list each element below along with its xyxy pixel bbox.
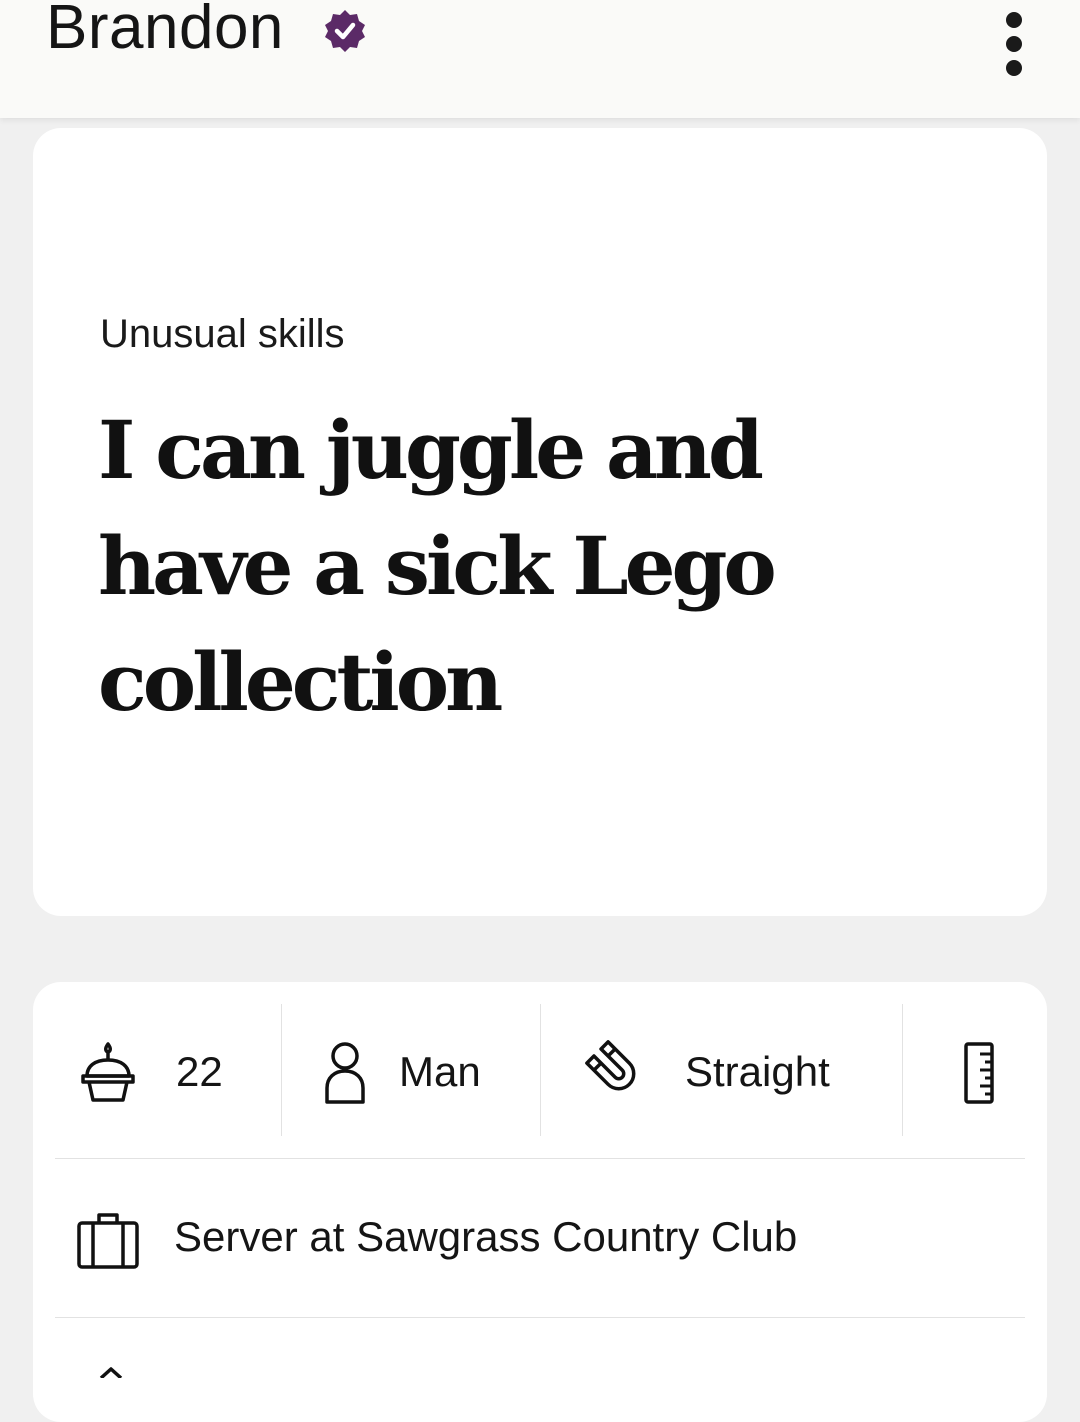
job-text: Server at Sawgrass Country Club [174, 1213, 798, 1260]
more-vertical-icon-dot [1006, 60, 1022, 76]
prompt-label: Unusual skills [100, 312, 345, 356]
vital-gender: Man [282, 1004, 540, 1136]
person-icon [325, 1042, 365, 1104]
profile-info-card: 22 Man Straight Server at Sawgrass Count… [33, 982, 1047, 1422]
vital-orientation: Straight [541, 1004, 902, 1136]
prompt-answer: I can juggle and have a sick Lego collec… [98, 403, 777, 729]
vital-age: 22 [33, 1004, 281, 1136]
magnet-icon [585, 1040, 636, 1091]
more-vertical-icon [1006, 12, 1022, 28]
vital-gender-value: Man [399, 1048, 481, 1095]
profile-header: Brandon [0, 0, 1080, 118]
prompt-card[interactable]: Unusual skills I can juggle and have a s… [33, 128, 1047, 916]
profile-name: Brandon [46, 0, 284, 62]
vital-height [903, 1004, 1047, 1136]
more-vertical-icon-dot [1006, 36, 1022, 52]
briefcase-icon [77, 1213, 139, 1269]
vitals-row[interactable]: 22 Man Straight [33, 982, 1047, 1158]
row-divider [55, 1317, 1025, 1318]
verified-badge-icon [325, 10, 365, 52]
job-row: Server at Sawgrass Country Club [33, 1159, 1047, 1317]
more-options-button[interactable] [990, 4, 1040, 80]
vital-orientation-value: Straight [685, 1048, 830, 1095]
ruler-icon [964, 1042, 994, 1104]
birthday-cake-icon [81, 1042, 135, 1102]
partial-icon [99, 1367, 123, 1378]
vital-age-value: 22 [176, 1048, 223, 1095]
